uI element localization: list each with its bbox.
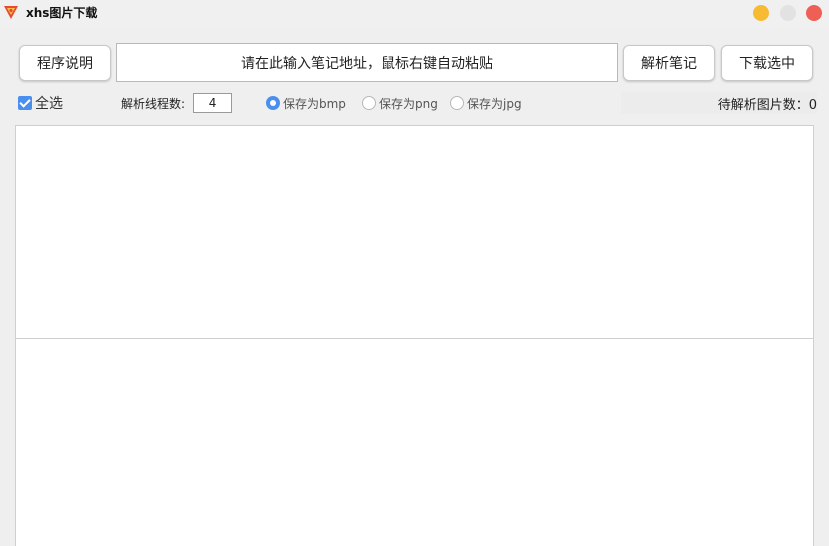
select-all-group[interactable]: 全选: [18, 90, 63, 116]
format-jpg-label: 保存为jpg: [467, 96, 522, 111]
pending-count-text: 待解析图片数：0: [717, 97, 817, 113]
threads-input[interactable]: 4: [193, 93, 233, 113]
format-bmp-radio[interactable]: [266, 96, 280, 110]
format-png-label: 保存为png: [379, 96, 438, 111]
about-button[interactable]: 程序说明: [19, 45, 111, 81]
format-png-radio[interactable]: [362, 96, 376, 110]
download-selected-button[interactable]: 下载选中: [721, 45, 813, 81]
parse-note-button[interactable]: 解析笔记: [623, 45, 715, 81]
minimize-button[interactable]: [753, 5, 769, 21]
select-all-checkbox[interactable]: [18, 96, 32, 110]
threads-label: 解析线程数:: [121, 96, 186, 111]
pending-count-status: 待解析图片数：0: [621, 92, 817, 114]
list-divider: [16, 338, 813, 339]
image-list-pane[interactable]: [15, 125, 814, 546]
format-jpg-radio[interactable]: [450, 96, 464, 110]
format-jpg-option[interactable]: 保存为jpg: [450, 90, 522, 116]
format-bmp-option[interactable]: 保存为bmp: [266, 90, 346, 116]
window-title: xhs图片下载: [26, 6, 98, 20]
note-url-input[interactable]: 请在此输入笔记地址，鼠标右键自动粘贴: [116, 43, 618, 82]
title-bar: xhs图片下载: [0, 0, 829, 26]
maximize-button[interactable]: [780, 5, 796, 21]
close-button[interactable]: [806, 5, 822, 21]
app-logo-icon: [4, 6, 18, 19]
threads-group: 解析线程数: 4: [121, 90, 233, 116]
select-all-label: 全选: [35, 96, 63, 112]
format-png-option[interactable]: 保存为png: [362, 90, 438, 116]
format-bmp-label: 保存为bmp: [283, 96, 346, 111]
